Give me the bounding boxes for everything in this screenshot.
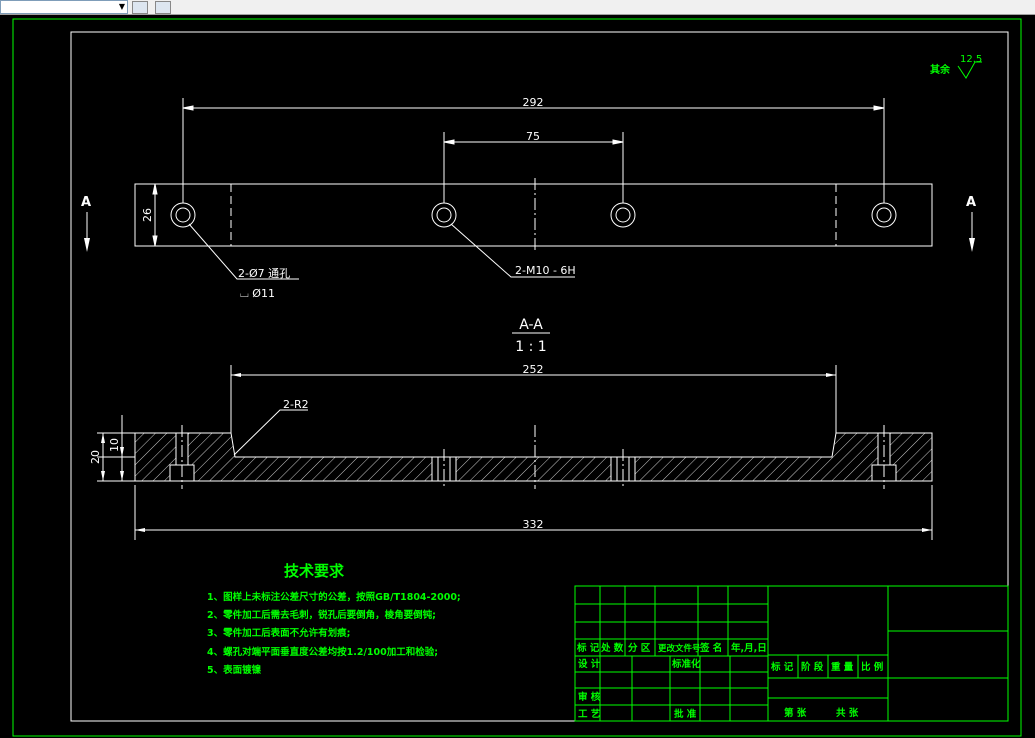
- dim-text-10: 10: [108, 438, 121, 452]
- top-view-hole: [431, 202, 457, 228]
- title-stage-cell: 比 例: [861, 661, 883, 673]
- callout-thread: 2-M10 - 6H: [515, 264, 576, 277]
- title-stage-cell: 阶 段: [801, 661, 824, 673]
- title-approve: 批 准: [674, 708, 697, 720]
- sheet-outer-border: [12, 18, 1022, 737]
- title-header-cell: 更改文件号: [658, 643, 701, 654]
- section-marker-right-label: A: [966, 195, 976, 210]
- tech-requirement-item: 3、零件加工后表面不允许有划痕;: [207, 627, 350, 639]
- title-header-cell: 分 区: [628, 642, 651, 654]
- tech-requirement-item: 2、零件加工后需去毛刺，锐孔后要倒角，棱角要倒钝;: [207, 609, 436, 621]
- callout-radius: 2-R2: [283, 398, 309, 411]
- dim-text-26: 26: [141, 208, 154, 222]
- section-scale: 1 : 1: [515, 339, 546, 355]
- title-header-cell: 处 数: [600, 642, 624, 654]
- section-marker-right: A: [966, 195, 976, 252]
- surface-finish-symbol: 其余 12.5: [930, 54, 982, 79]
- layer-combo[interactable]: ▼: [0, 0, 128, 14]
- section-title: A-A: [519, 317, 543, 333]
- top-view-hole: [871, 202, 897, 228]
- tech-requirement-item: 5、表面镀镍: [207, 664, 262, 676]
- title-header-cell: 标 记: [576, 642, 600, 654]
- surface-finish-value: 12.5: [960, 54, 982, 65]
- title-stage-cell: 重 量: [831, 661, 854, 673]
- chevron-down-icon[interactable]: ▼: [117, 2, 127, 12]
- tech-requirement-item: 1、图样上未标注公差尺寸的公差，按照GB/T1804-2000;: [207, 591, 461, 603]
- title-standardize: 标准化: [671, 658, 701, 670]
- section-view: [97, 365, 933, 540]
- top-view-outline: [134, 183, 933, 247]
- callout-through-hole: 2-Ø7 通孔: [238, 267, 290, 280]
- title-review: 审 核: [578, 691, 601, 703]
- top-view-hole: [610, 202, 636, 228]
- title-stage-cell: 标 记: [770, 661, 794, 673]
- section-marker-left-label: A: [81, 195, 91, 210]
- title-design: 设 计: [578, 658, 601, 670]
- dim-text-252: 252: [523, 363, 544, 376]
- tech-requirements: 技术要求 1、图样上未标注公差尺寸的公差，按照GB/T1804-2000; 2、…: [207, 562, 461, 676]
- layers-icon[interactable]: [132, 1, 148, 14]
- layer-properties-icon[interactable]: [155, 1, 171, 14]
- tech-requirement-item: 4、螺孔对端平面垂直度公差均按1.2/100加工和检验;: [207, 646, 438, 658]
- dim-text-20: 20: [89, 450, 102, 464]
- title-process: 工 艺: [578, 708, 601, 720]
- title-header-cell: 年,月,日: [731, 642, 767, 654]
- dim-text-292: 292: [523, 96, 544, 109]
- title-header-cell: 签 名: [699, 642, 722, 654]
- dim-text-75: 75: [526, 130, 540, 143]
- drawing-canvas[interactable]: 其余 12.5 292 75 26 2-Ø7 通孔 ⌴ Ø11 2-M10 - …: [0, 14, 1035, 738]
- title-sheet-cell: 第 张: [784, 707, 807, 719]
- title-sheet-cell: 共 张: [836, 707, 859, 719]
- top-view: [134, 98, 933, 280]
- top-view-hole: [170, 202, 196, 228]
- toolbar: ▼: [0, 0, 1035, 15]
- section-hatch: [134, 432, 933, 482]
- leader-radius: [233, 409, 308, 456]
- tech-requirements-title: 技术要求: [284, 562, 345, 580]
- section-marker-left: A: [81, 195, 91, 252]
- callout-counterbore: ⌴ Ø11: [240, 287, 275, 300]
- surface-finish-label: 其余: [930, 63, 951, 76]
- dim-text-332: 332: [523, 518, 544, 531]
